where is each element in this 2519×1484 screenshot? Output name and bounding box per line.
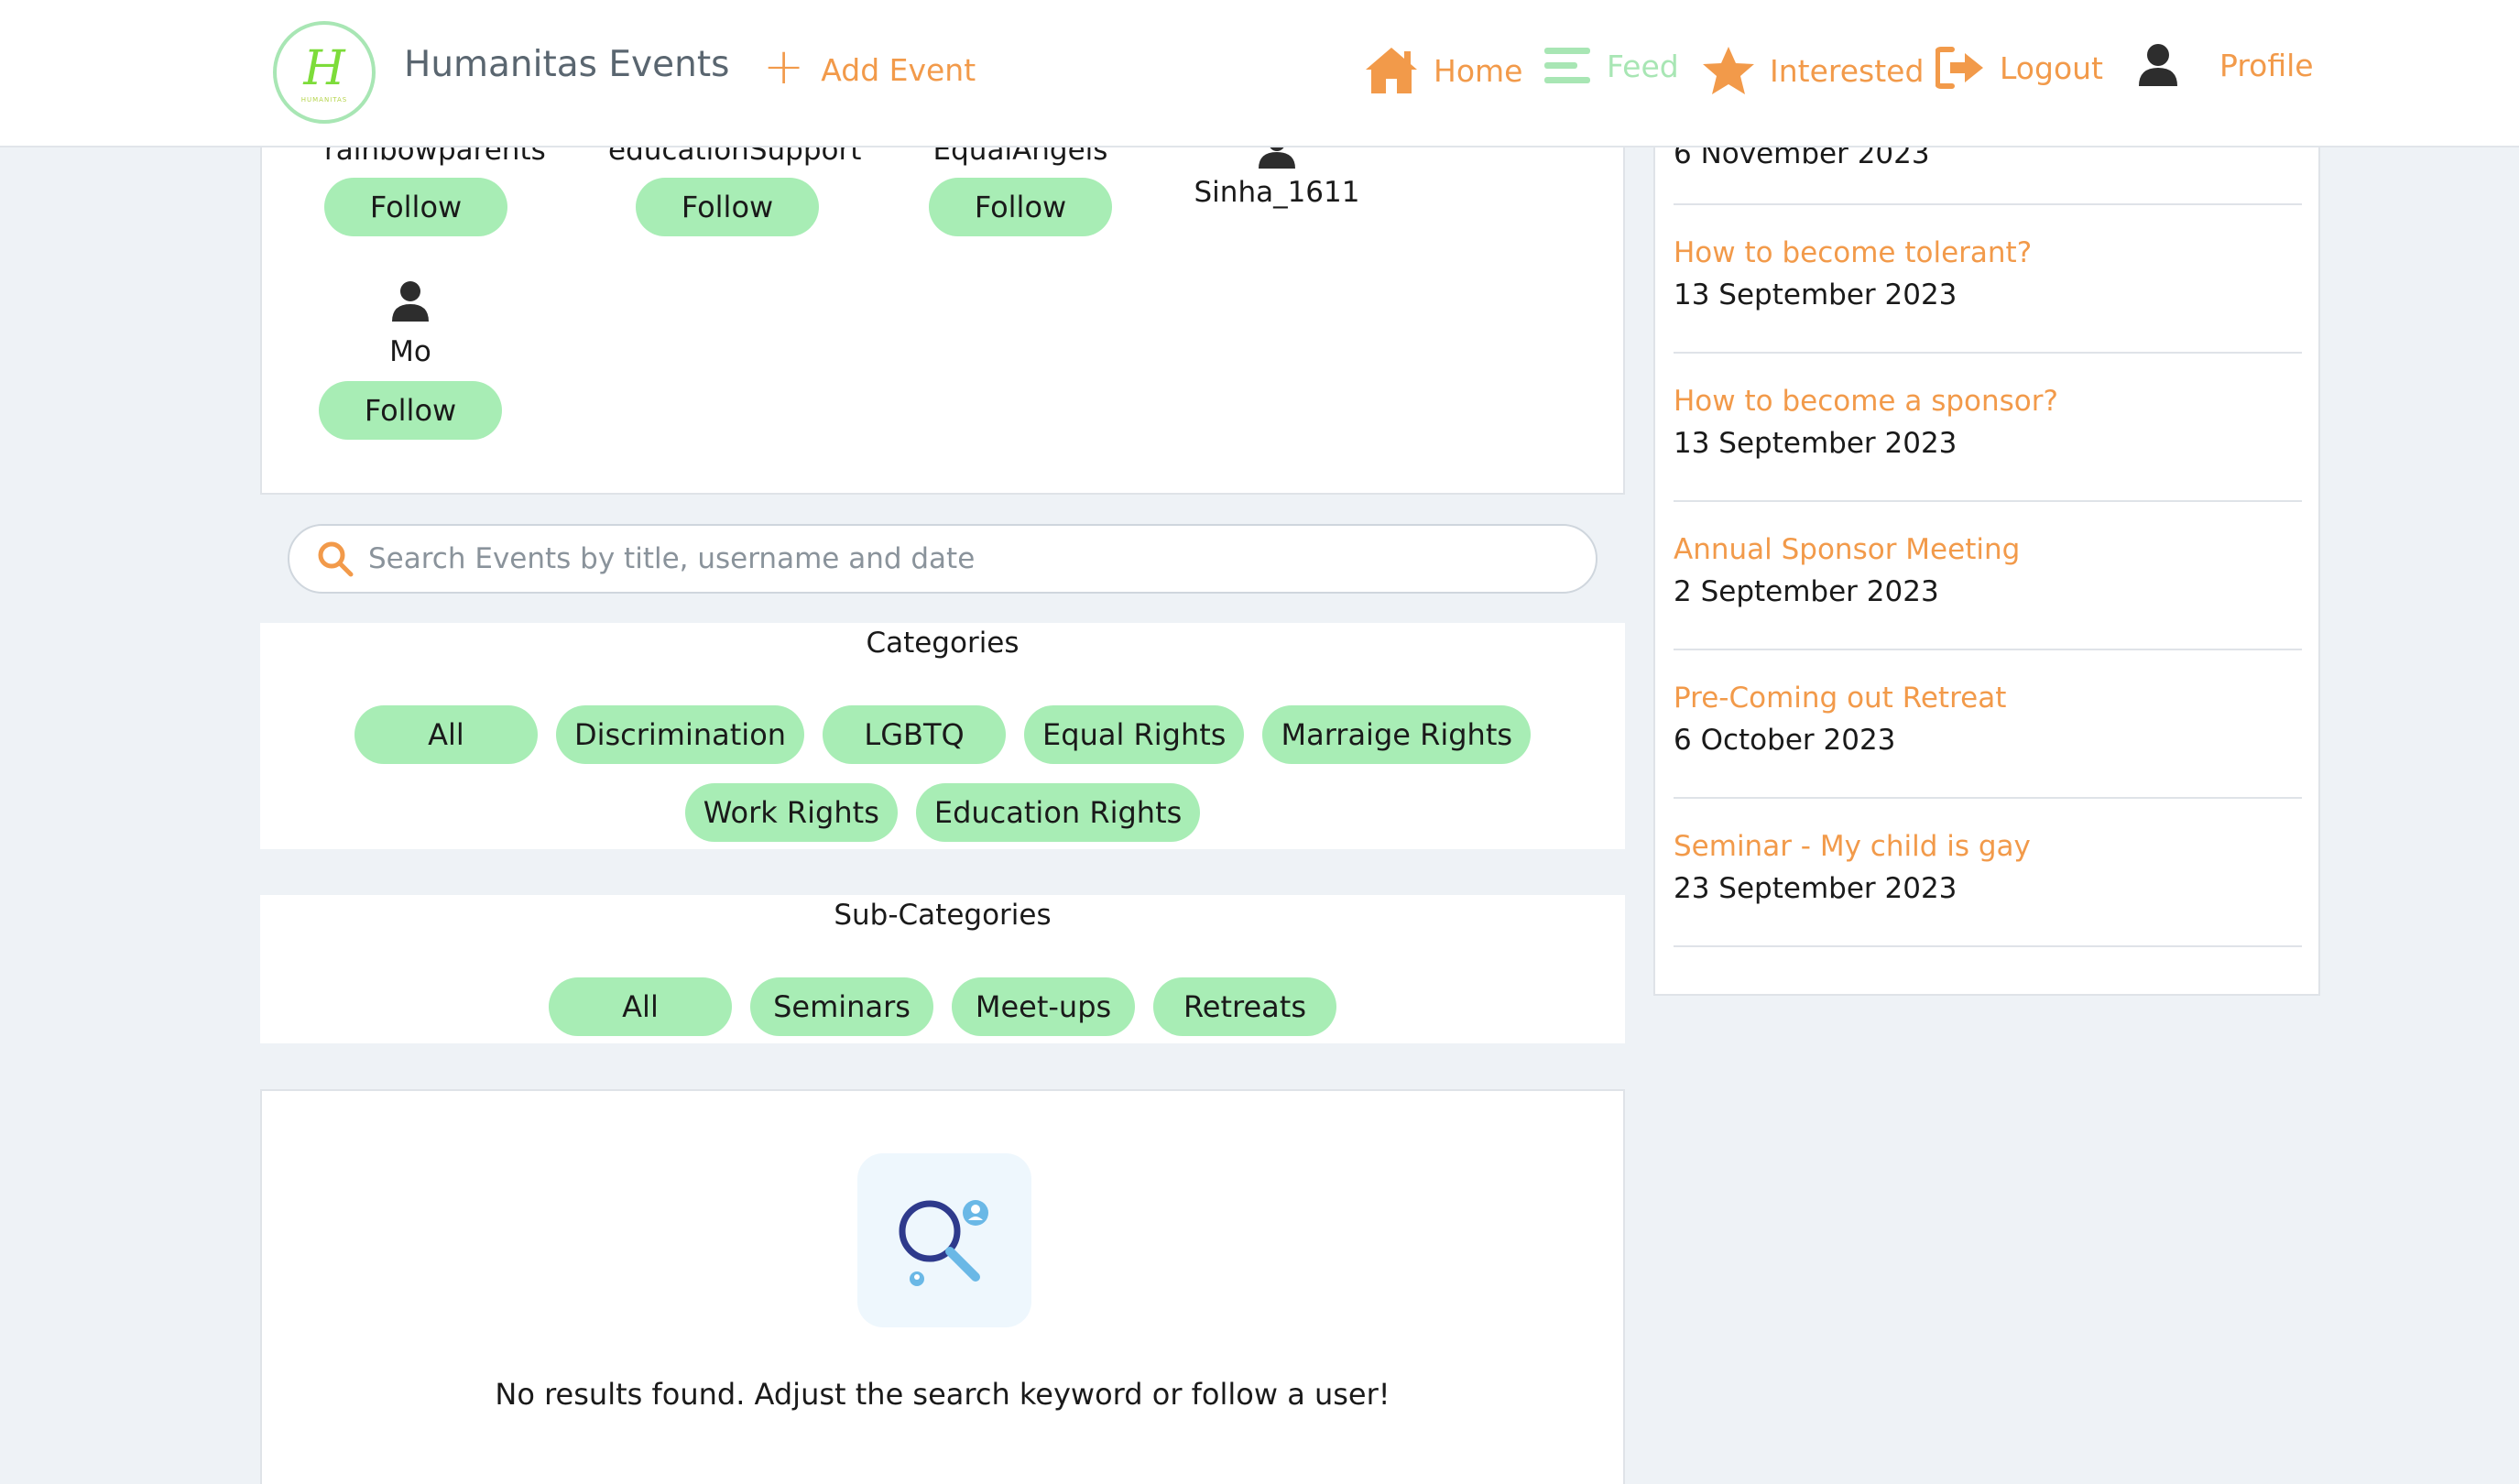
category-chip-marraige-rights[interactable]: Marraige Rights [1262, 705, 1532, 764]
nav-home[interactable]: Home [1364, 46, 1522, 95]
event-item: How to become a sponsor? 13 September 20… [1674, 385, 2302, 460]
user-name[interactable]: Mo [319, 335, 502, 368]
divider [1674, 500, 2302, 502]
event-search-box[interactable] [288, 524, 1598, 594]
add-event-label: Add Event [821, 51, 976, 88]
nav-profile-label: Profile [2219, 47, 2314, 83]
events-sidebar: 6 November 2023 How to become tolerant? … [1653, 137, 2320, 996]
sub-categories-card: Sub-Categories All Seminars Meet-ups Ret… [260, 895, 1625, 1043]
category-chip-lgbtq[interactable]: LGBTQ [823, 705, 1007, 764]
no-results-message: No results found. Adjust the search keyw… [495, 1377, 1390, 1412]
nav-feed-label: Feed [1607, 48, 1679, 84]
follow-button[interactable]: Follow [324, 178, 507, 236]
categories-card: Categories All Discrimination LGBTQ Equa… [260, 623, 1625, 849]
logo-letter: H [303, 41, 345, 96]
search-input[interactable] [368, 542, 1559, 575]
top-navbar: H HUMANITAS Humanitas Events + Add Event… [0, 0, 2519, 147]
suggested-users-card: rainbowparents Follow educationSupport F… [260, 134, 1625, 495]
category-chip-education-rights[interactable]: Education Rights [915, 783, 1201, 842]
event-date: 2 September 2023 [1674, 575, 1939, 608]
no-results-illustration [857, 1153, 1031, 1327]
divider [1674, 797, 2302, 799]
categories-row-2: Work Rights Education Rights [260, 783, 1625, 842]
category-chip-work-rights[interactable]: Work Rights [684, 783, 898, 842]
event-title-link[interactable]: Seminar - My child is gay [1674, 830, 2302, 863]
divider [1674, 203, 2302, 205]
subcategory-chip-seminars[interactable]: Seminars [750, 977, 933, 1036]
category-chip-discrimination[interactable]: Discrimination [555, 705, 805, 764]
user-card: rainbowparents Follow [324, 134, 546, 236]
categories-title: Categories [866, 627, 1020, 660]
humanitas-logo[interactable]: H HUMANITAS [273, 21, 376, 124]
feed-icon [1544, 48, 1590, 83]
sub-categories-title: Sub-Categories [834, 899, 1052, 932]
user-name[interactable]: Sinha_1611 [1185, 176, 1369, 209]
user-card: educationSupport Follow [608, 134, 861, 236]
nav-interested-label: Interested [1770, 52, 1925, 89]
user-icon [2139, 44, 2177, 86]
event-item: How to become tolerant? 13 September 202… [1674, 236, 2302, 311]
nav-profile[interactable]: Profile [2137, 42, 2314, 88]
category-chip-equal-rights[interactable]: Equal Rights [1024, 705, 1245, 764]
event-date: 13 September 2023 [1674, 278, 1957, 311]
brand-title[interactable]: Humanitas Events [404, 44, 729, 85]
follow-button[interactable]: Follow [929, 178, 1112, 236]
categories-row-1: All Discrimination LGBTQ Equal Rights Ma… [260, 705, 1625, 764]
event-title-link[interactable]: How to become tolerant? [1674, 236, 2302, 269]
logout-icon [1936, 47, 1983, 89]
event-item: Pre-Coming out Retreat 6 October 2023 [1674, 682, 2302, 757]
subcategory-chip-retreats[interactable]: Retreats [1153, 977, 1336, 1036]
results-card: No results found. Adjust the search keyw… [260, 1089, 1625, 1484]
home-icon [1366, 48, 1417, 93]
user-avatar-icon [392, 281, 429, 322]
divider [1674, 352, 2302, 354]
plus-icon: + [763, 38, 805, 95]
event-date: 23 September 2023 [1674, 872, 1957, 905]
subcategory-chip-meet-ups[interactable]: Meet-ups [952, 977, 1135, 1036]
sub-categories-row: All Seminars Meet-ups Retreats [260, 977, 1625, 1036]
event-title-link[interactable]: Annual Sponsor Meeting [1674, 533, 2302, 566]
magnifier-search-icon [899, 1200, 988, 1286]
category-chip-all[interactable]: All [354, 705, 538, 764]
follow-button[interactable]: Follow [319, 381, 502, 440]
add-event-link[interactable]: + Add Event [763, 42, 976, 92]
nav-interested[interactable]: Interested [1702, 46, 1924, 95]
star-icon [1703, 47, 1754, 94]
event-date: 13 September 2023 [1674, 427, 1957, 460]
logo-word: HUMANITAS [300, 96, 348, 104]
nav-logout-label: Logout [2000, 49, 2103, 86]
user-card: Sinha_1611 [1185, 137, 1369, 209]
nav-logout[interactable]: Logout [1936, 46, 2103, 90]
user-card: Mo Follow [319, 280, 502, 440]
nav-home-label: Home [1434, 52, 1523, 89]
divider [1674, 649, 2302, 650]
event-title-link[interactable]: Pre-Coming out Retreat [1674, 682, 2302, 715]
event-item: Seminar - My child is gay 23 September 2… [1674, 830, 2302, 905]
follow-button[interactable]: Follow [636, 178, 819, 236]
nav-feed[interactable]: Feed [1544, 46, 1679, 86]
event-item: Annual Sponsor Meeting 2 September 2023 [1674, 533, 2302, 608]
user-card: EqualAngels Follow [929, 134, 1112, 236]
subcategory-chip-all[interactable]: All [549, 977, 732, 1036]
search-icon [318, 541, 354, 577]
event-date: 6 October 2023 [1674, 724, 1896, 757]
divider [1674, 945, 2302, 947]
event-title-link[interactable]: How to become a sponsor? [1674, 385, 2302, 418]
